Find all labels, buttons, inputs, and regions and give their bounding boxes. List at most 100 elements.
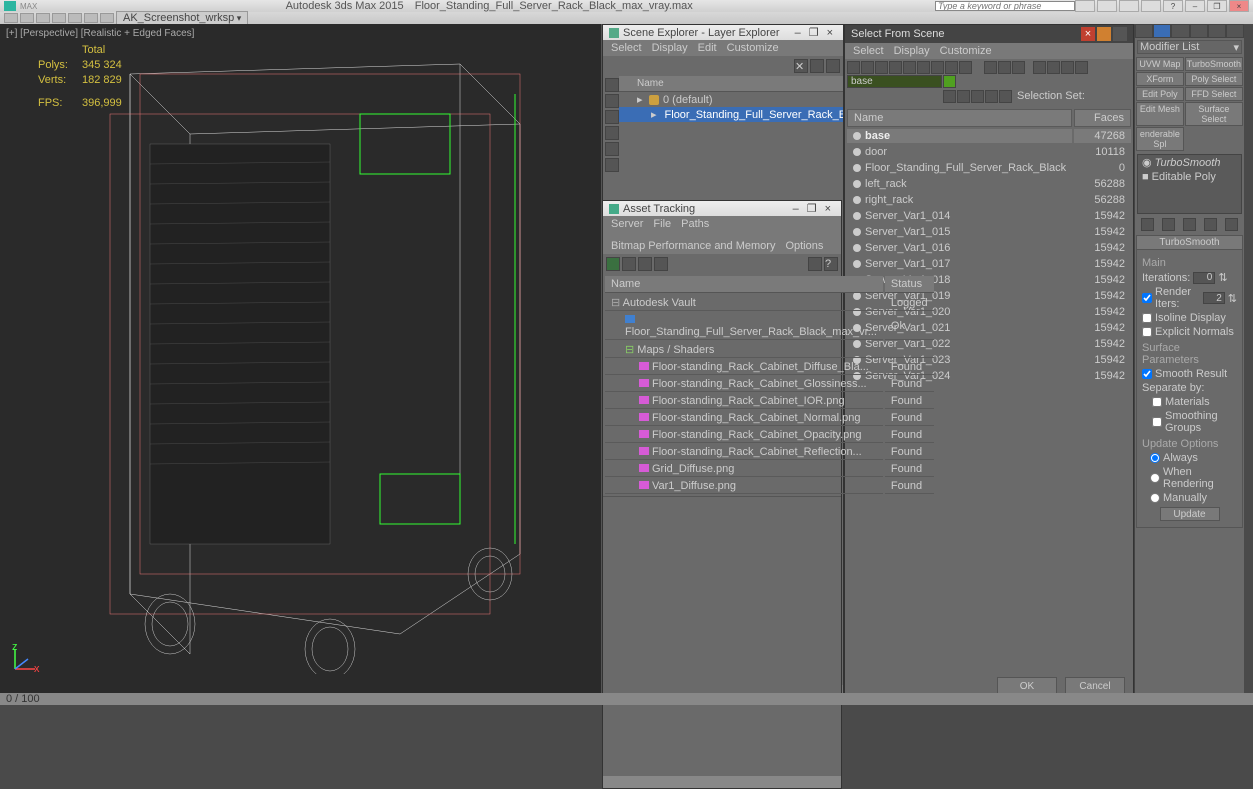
refresh-icon[interactable]	[606, 257, 620, 271]
filter-icon[interactable]	[917, 61, 930, 74]
filter-icon[interactable]	[810, 59, 824, 73]
spinner-arrows-icon[interactable]: ⇅	[1228, 292, 1237, 305]
asset-row[interactable]: ⊟ Autodesk VaultLogged	[605, 295, 934, 311]
menu-select[interactable]: Select	[611, 42, 642, 54]
view-icon[interactable]	[998, 61, 1011, 74]
asset-table[interactable]: Name Status ⊟ Autodesk VaultLoggedFloor_…	[603, 274, 936, 496]
update-button[interactable]: Update	[1160, 507, 1220, 521]
expand-icon[interactable]: ▸	[637, 93, 645, 106]
asset-row[interactable]: Floor-standing_Rack_Cabinet_Normal.pngFo…	[605, 411, 934, 426]
filter-icon[interactable]	[959, 61, 972, 74]
tool-icon[interactable]	[957, 90, 970, 103]
viewport-label[interactable]: [+] [Perspective] [Realistic + Edged Fac…	[6, 28, 194, 39]
tool-icon[interactable]	[943, 90, 956, 103]
bulb-icon[interactable]: ◉	[1142, 156, 1152, 169]
viewport[interactable]: [+] [Perspective] [Realistic + Edged Fac…	[0, 24, 602, 704]
object-row[interactable]: Floor_Standing_Full_Server_Rack_Black0	[847, 161, 1131, 175]
asset-tracking-titlebar[interactable]: Asset Tracking – ❐ ×	[603, 201, 841, 216]
hierarchy-tab-icon[interactable]	[1171, 24, 1189, 38]
sfs-titlebar[interactable]: Select From Scene ×	[845, 25, 1133, 43]
menu-edit[interactable]: Edit	[698, 42, 717, 54]
display-shapes-icon[interactable]	[605, 110, 619, 124]
asset-row[interactable]: Var1_Diffuse.pngFound	[605, 479, 934, 494]
modify-tab-icon[interactable]	[1153, 24, 1171, 38]
smoothing-groups-checkbox[interactable]	[1152, 417, 1162, 427]
close-icon[interactable]: ×	[1081, 27, 1095, 41]
object-row[interactable]: Server_Var1_01615942	[847, 241, 1131, 255]
filter-icon[interactable]	[861, 61, 874, 74]
minimize-icon[interactable]: –	[791, 27, 805, 39]
utilities-tab-icon[interactable]	[1226, 24, 1244, 38]
object-row[interactable]: Server_Var1_01715942	[847, 257, 1131, 271]
menu-file[interactable]: File	[653, 218, 671, 230]
tool-icon[interactable]	[1097, 0, 1117, 12]
menu-server[interactable]: Server	[611, 218, 643, 230]
rollout-title[interactable]: TurboSmooth	[1137, 236, 1242, 250]
modifier-list-combo[interactable]: Modifier List▾	[1137, 40, 1242, 54]
pin-stack-icon[interactable]	[1141, 218, 1154, 231]
close-icon[interactable]: ×	[823, 27, 837, 39]
render-iters-checkbox[interactable]	[1142, 293, 1152, 303]
modifier-preset-button[interactable]: Edit Mesh	[1136, 102, 1184, 126]
asset-row[interactable]: ⊟ Maps / Shaders	[605, 342, 934, 358]
asset-row[interactable]: Floor-standing_Rack_Cabinet_Opacity.pngF…	[605, 428, 934, 443]
render-iters-spinner[interactable]	[1203, 292, 1225, 304]
tool-icon[interactable]	[1047, 61, 1060, 74]
update-rendering-radio[interactable]	[1150, 473, 1160, 483]
object-row[interactable]: base47268	[847, 129, 1131, 143]
update-always-radio[interactable]	[1150, 453, 1160, 463]
modifier-preset-button[interactable]: Surface Select	[1185, 102, 1243, 126]
modifier-preset-button[interactable]: XForm	[1136, 72, 1184, 86]
col-status[interactable]: Status	[885, 276, 934, 293]
close-icon[interactable]: ×	[821, 203, 835, 215]
modifier-preset-button[interactable]: enderable Spl	[1136, 127, 1184, 151]
view-icon[interactable]	[984, 61, 997, 74]
configure-sets-icon[interactable]	[1225, 218, 1238, 231]
tool-icon[interactable]	[1075, 61, 1088, 74]
tool-icon[interactable]	[1119, 0, 1139, 12]
tool-icon[interactable]	[1075, 0, 1095, 12]
search-go-icon[interactable]	[943, 75, 956, 88]
minimize-icon[interactable]: –	[789, 203, 803, 215]
object-row[interactable]: Server_Var1_01515942	[847, 225, 1131, 239]
filter-icon[interactable]	[903, 61, 916, 74]
maximize-icon[interactable]: ❐	[805, 26, 823, 39]
expand-icon[interactable]: ▸	[651, 108, 657, 121]
asset-row[interactable]: Floor-standing_Rack_Cabinet_IOR.pngFound	[605, 394, 934, 409]
iterations-spinner[interactable]	[1193, 272, 1215, 284]
col-faces[interactable]: Faces	[1074, 109, 1131, 127]
asset-scrollbar[interactable]	[603, 776, 841, 788]
asset-row[interactable]: Floor-standing_Rack_Cabinet_Glossiness..…	[605, 377, 934, 392]
modifier-preset-button[interactable]: FFD Select	[1185, 87, 1243, 101]
show-end-result-icon[interactable]	[1162, 218, 1175, 231]
object-row[interactable]: right_rack56288	[847, 193, 1131, 207]
explicit-normals-checkbox[interactable]	[1142, 327, 1152, 337]
make-unique-icon[interactable]	[1183, 218, 1196, 231]
menu-select[interactable]: Select	[853, 45, 884, 57]
col-name[interactable]: Name	[847, 109, 1072, 127]
workspace-tab[interactable]: AK_Screenshot_wrksp ▾	[116, 11, 248, 25]
tool-icon[interactable]	[1141, 0, 1161, 12]
undo-icon[interactable]	[68, 13, 82, 23]
menu-options[interactable]: Options	[785, 240, 823, 252]
menu-display[interactable]: Display	[894, 45, 930, 57]
tool-icon[interactable]	[622, 257, 636, 271]
smooth-result-checkbox[interactable]	[1142, 369, 1152, 379]
menu-display[interactable]: Display	[652, 42, 688, 54]
update-manually-radio[interactable]	[1150, 493, 1160, 503]
minimize-button[interactable]: –	[1185, 0, 1205, 12]
menu-customize[interactable]: Customize	[940, 45, 992, 57]
display-all-icon[interactable]	[605, 78, 619, 92]
modifier-preset-button[interactable]: UVW Map	[1136, 57, 1184, 71]
filter-icon[interactable]	[945, 61, 958, 74]
help-icon[interactable]: ?	[824, 257, 838, 271]
display-cameras-icon[interactable]	[605, 142, 619, 156]
display-lights-icon[interactable]	[605, 126, 619, 140]
tree-row[interactable]: ▸Floor_Standing_Full_Server_Rack_Black	[619, 107, 843, 122]
tool-icon[interactable]	[1061, 61, 1074, 74]
modifier-preset-button[interactable]: Poly Select	[1185, 72, 1243, 86]
tool-icon[interactable]	[1033, 61, 1046, 74]
delete-icon[interactable]: ✕	[794, 59, 808, 73]
materials-checkbox[interactable]	[1152, 397, 1162, 407]
help-icon[interactable]: ?	[1163, 0, 1183, 12]
